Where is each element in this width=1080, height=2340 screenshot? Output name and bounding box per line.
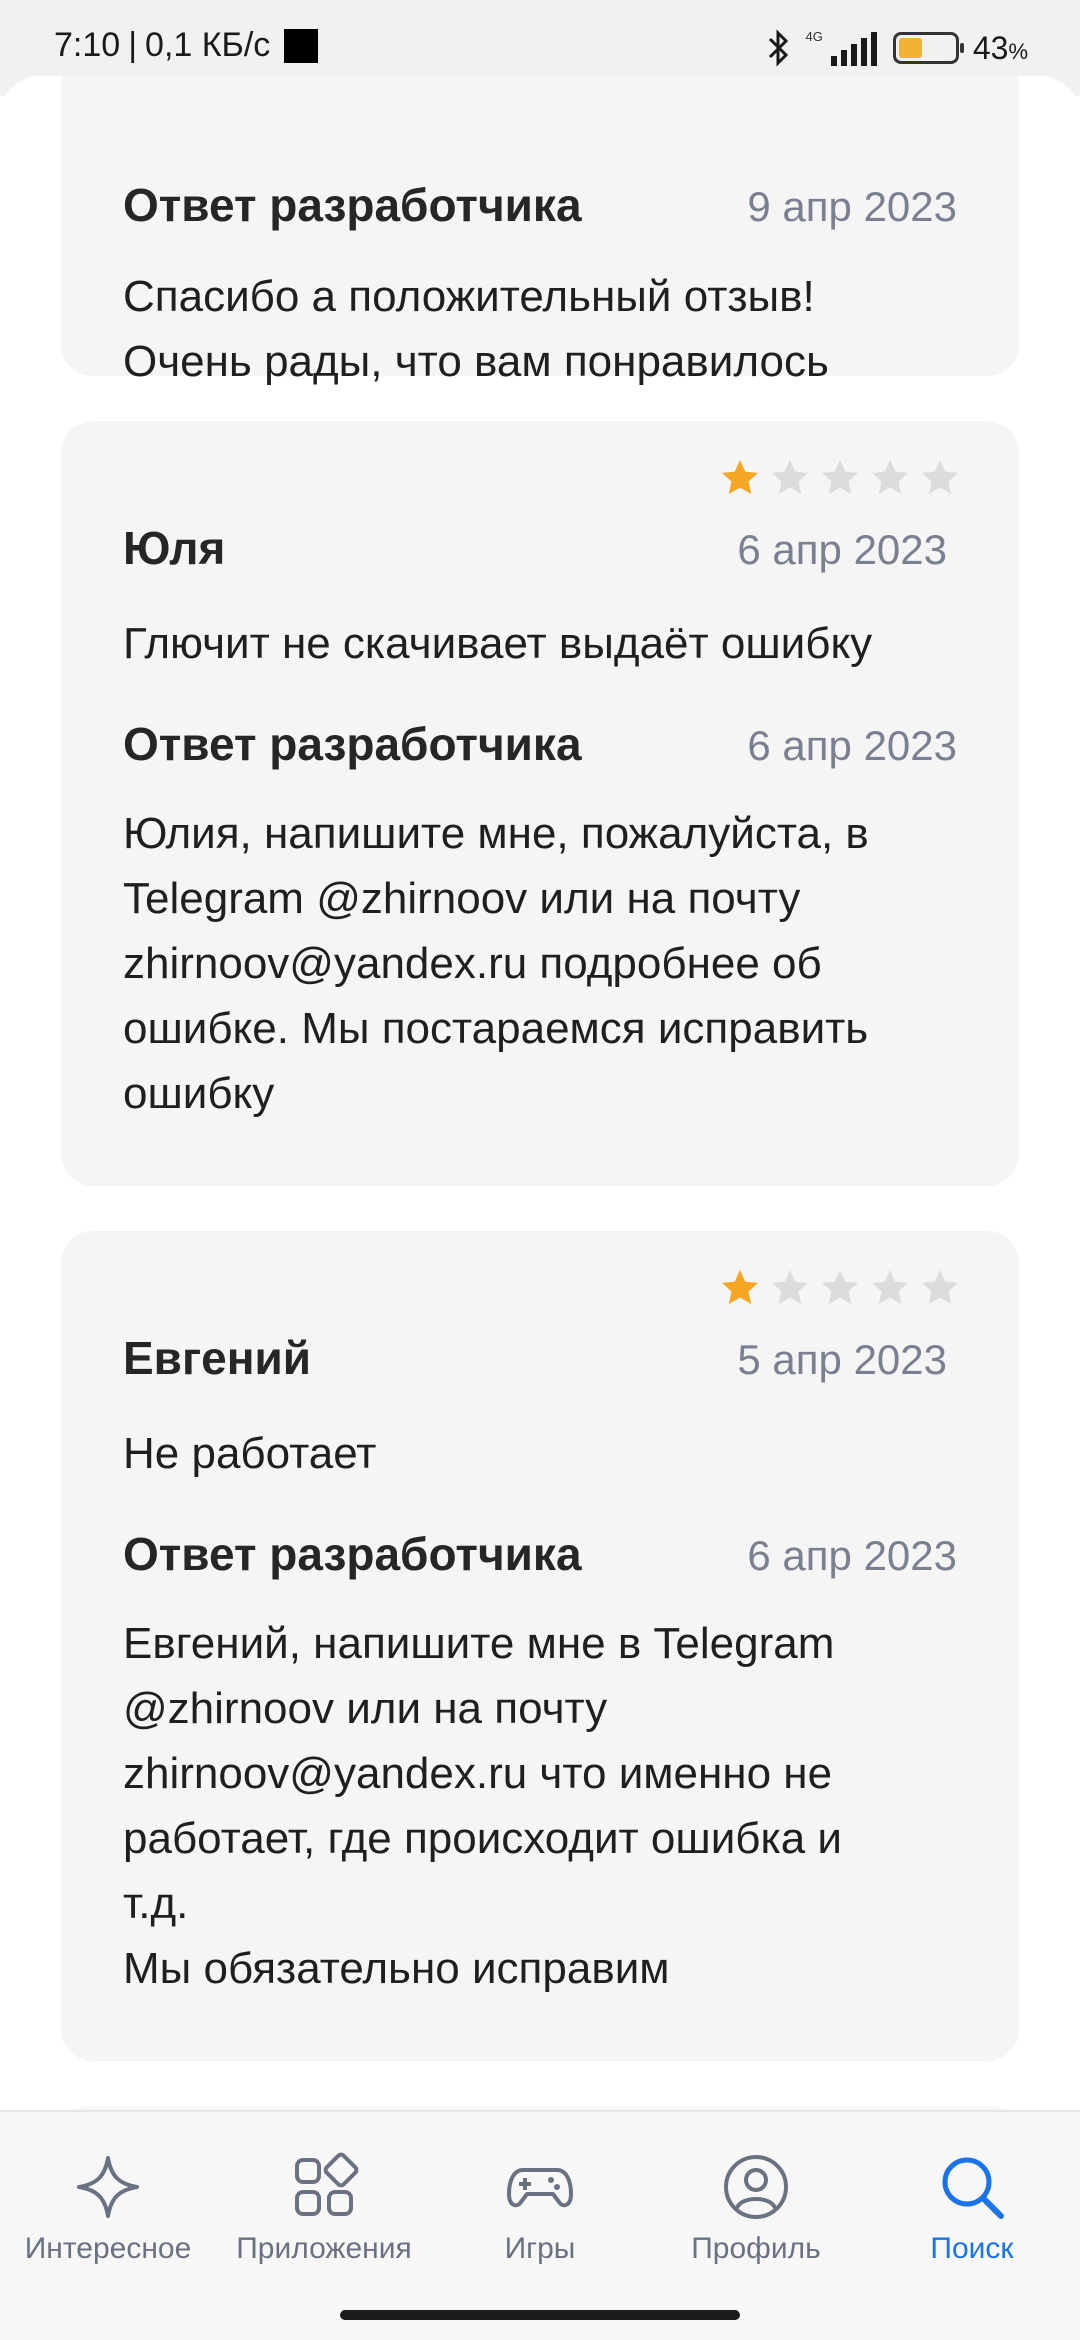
nav-item-profile[interactable]: Профиль bbox=[648, 2152, 864, 2266]
review-card: Ответ разработчика 9 апр 2023 Спасибо а … bbox=[61, 76, 1019, 386]
battery-fill bbox=[898, 38, 923, 58]
nav-label: Игры bbox=[504, 2232, 576, 2265]
status-time: 7:10 bbox=[54, 26, 121, 64]
nav-item-apps[interactable]: Приложения bbox=[216, 2152, 432, 2266]
review-author: Евгений bbox=[123, 1332, 312, 1384]
developer-reply-date: 6 апр 2023 bbox=[747, 1532, 957, 1579]
developer-reply-title: Ответ разработчика bbox=[123, 718, 582, 770]
developer-reply-title: Ответ разработчика bbox=[123, 1528, 582, 1580]
gamepad-icon bbox=[507, 2168, 573, 2208]
developer-reply-text: Юлия, напишите мне, пожалуйста, в Telegr… bbox=[123, 809, 869, 1118]
review-card: Юля 6 апр 2023 Глючит не скачивает выдаё… bbox=[61, 421, 1019, 1186]
battery-percent: 43 bbox=[972, 29, 1009, 66]
reviews-list[interactable]: Ответ разработчика 9 апр 2023 Спасибо а … bbox=[0, 76, 1080, 2110]
rating-stars bbox=[719, 457, 961, 499]
review-date: 5 апр 2023 bbox=[737, 1336, 947, 1383]
nav-item-search[interactable]: Поиск bbox=[864, 2152, 1080, 2266]
developer-reply-text: Евгений, напишите мне в Telegram @zhirno… bbox=[123, 1619, 842, 1993]
rating-stars bbox=[719, 1267, 961, 1309]
sparkle-icon bbox=[77, 2156, 139, 2218]
bluetooth-icon bbox=[768, 29, 788, 67]
profile-icon bbox=[724, 2155, 788, 2219]
status-right: 4G 43% bbox=[766, 24, 1028, 72]
nav-label: Интересное bbox=[24, 2232, 192, 2265]
nav-label: Профиль bbox=[691, 2232, 821, 2265]
network-type: 4G bbox=[805, 28, 823, 44]
star-empty-icon bbox=[872, 1270, 908, 1304]
star-empty-icon bbox=[922, 460, 958, 494]
battery-icon bbox=[892, 32, 964, 64]
star-empty-icon bbox=[772, 460, 808, 494]
review-text: Глючит не скачивает выдаёт ошибку bbox=[123, 619, 873, 668]
star-empty-icon bbox=[822, 460, 858, 494]
star-empty-icon bbox=[922, 1270, 958, 1304]
notification-square-icon bbox=[284, 28, 319, 63]
review-author: Юля bbox=[123, 522, 226, 574]
nav-label: Приложения bbox=[236, 2232, 412, 2265]
star-filled-icon bbox=[722, 460, 758, 494]
search-icon bbox=[942, 2157, 1004, 2219]
network-speed: 0,1 КБ/с bbox=[145, 26, 271, 64]
review-text: Не работает bbox=[123, 1429, 377, 1478]
developer-reply-title: Ответ разработчика bbox=[123, 179, 582, 231]
home-indicator[interactable] bbox=[340, 2310, 740, 2320]
star-empty-icon bbox=[772, 1270, 808, 1304]
signal-icon bbox=[830, 32, 877, 66]
apps-grid-icon bbox=[295, 2152, 359, 2216]
star-empty-icon bbox=[872, 460, 908, 494]
review-card: Евгений 5 апр 2023 Не работает Ответ раз… bbox=[61, 1231, 1019, 2061]
review-date: 6 апр 2023 bbox=[737, 526, 947, 573]
developer-reply-text: Спасибо а положительный отзыв! Очень рад… bbox=[123, 272, 829, 386]
nav-item-games[interactable]: Игры bbox=[432, 2152, 648, 2266]
developer-reply-date: 9 апр 2023 bbox=[747, 183, 957, 230]
star-filled-icon bbox=[722, 1270, 758, 1304]
developer-reply-date: 6 апр 2023 bbox=[747, 722, 957, 769]
nav-label: Поиск bbox=[930, 2232, 1014, 2265]
bottom-navigation: Интересное Приложения Игры Профиль Поиск bbox=[0, 2110, 1080, 2340]
status-left: 7:10 | 0,1 КБ/с bbox=[54, 26, 319, 65]
nav-item-interesting[interactable]: Интересное bbox=[0, 2152, 216, 2266]
star-empty-icon bbox=[822, 1270, 858, 1304]
